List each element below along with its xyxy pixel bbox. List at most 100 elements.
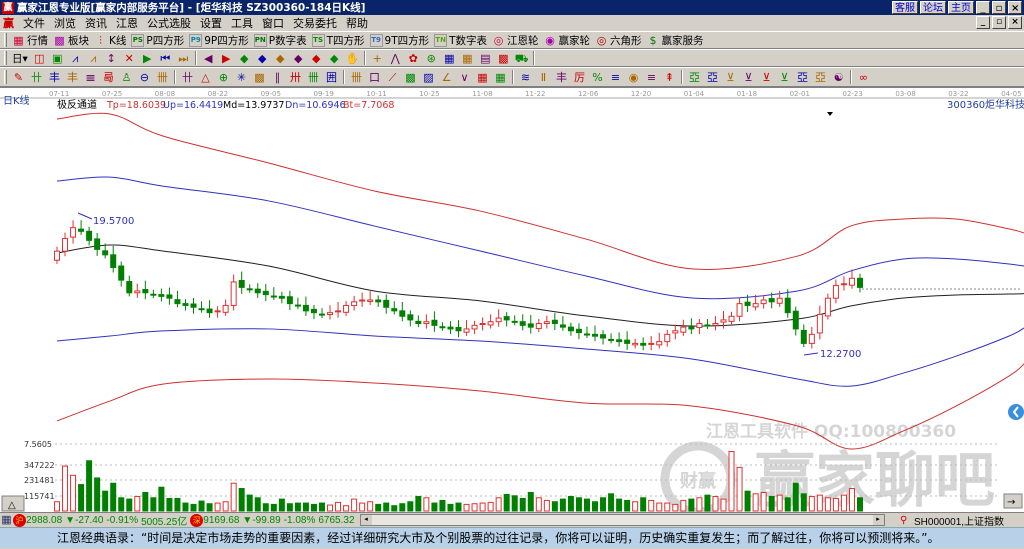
tool-icon[interactable]: ≡: [645, 71, 658, 84]
tool-icon[interactable]: ⊛: [425, 52, 438, 65]
toolbar-grip[interactable]: [4, 51, 7, 65]
tool-icon[interactable]: ▣: [51, 52, 64, 65]
tool-icon[interactable]: ▦: [494, 71, 507, 84]
tool-icon[interactable]: ◆: [292, 52, 305, 65]
tool-icon[interactable]: ⊻: [778, 71, 791, 84]
tool-icon[interactable]: ⩘: [69, 52, 82, 65]
kline-chart-panel[interactable]: 07-11 07-25 08-08 08-22 09-05 09-19 10-11 10-25…: [0, 87, 1024, 517]
tool-icon[interactable]: ◆: [310, 52, 323, 65]
restore-button[interactable]: ▫: [992, 1, 1006, 14]
menu-item[interactable]: 浏览: [54, 15, 76, 31]
tool-icon[interactable]: ⊻: [760, 71, 773, 84]
toolbar-button-p-number-table[interactable]: PN P数字表: [253, 33, 307, 48]
toolbar-button-p-square[interactable]: PS P四方形: [131, 33, 184, 48]
tool-icon[interactable]: +: [371, 52, 384, 65]
tool-icon[interactable]: 亞: [706, 71, 719, 84]
tool-icon[interactable]: ▶: [220, 52, 233, 65]
tool-icon[interactable]: ▩: [253, 71, 266, 84]
tool-icon[interactable]: ◆: [274, 52, 287, 65]
tool-icon[interactable]: ◆: [256, 52, 269, 65]
tool-icon[interactable]: Ⅱ: [537, 71, 550, 84]
tool-icon[interactable]: 卌: [307, 71, 320, 84]
tool-icon[interactable]: ⊖: [138, 71, 151, 84]
tool-icon[interactable]: ▩: [497, 52, 510, 65]
tool-icon[interactable]: ▨: [422, 71, 435, 84]
tool-icon[interactable]: ⊕: [217, 71, 230, 84]
toolbar-button-hexagon[interactable]: ◎ 六角形: [595, 33, 642, 48]
tool-icon[interactable]: ▶: [141, 52, 154, 65]
menu-item[interactable]: 公式选股: [147, 15, 191, 31]
side-panel-toggle[interactable]: [1008, 404, 1024, 420]
tool-icon[interactable]: ◆: [328, 52, 341, 65]
toolbar-button-gann-wheel[interactable]: ◎ 江恩轮: [492, 33, 539, 48]
tool-icon[interactable]: 口: [368, 71, 381, 84]
menu-item[interactable]: 资讯: [85, 15, 107, 31]
tool-icon[interactable]: 丰: [48, 71, 61, 84]
tool-icon[interactable]: ↕: [105, 52, 118, 65]
tool-icon[interactable]: ✕: [123, 52, 136, 65]
tool-icon[interactable]: ✳: [235, 71, 248, 84]
tool-icon[interactable]: ✎: [12, 71, 25, 84]
minimize-button[interactable]: _: [976, 1, 990, 14]
mdi-close-button[interactable]: ×: [1008, 16, 1022, 29]
tool-icon[interactable]: 丰: [66, 71, 79, 84]
tool-icon[interactable]: ▦: [461, 52, 474, 65]
tool-icon[interactable]: ⩘: [87, 52, 100, 65]
toolbar-button-9p-square[interactable]: P9 9P四方形: [189, 33, 249, 48]
scroll-left-icon[interactable]: ◂: [360, 515, 372, 525]
tool-icon[interactable]: ∠: [440, 71, 453, 84]
menu-item[interactable]: 江恩: [116, 15, 138, 31]
tool-icon[interactable]: ♙: [120, 71, 133, 84]
tool-icon[interactable]: ⋀: [389, 52, 402, 65]
horizontal-scrollbar[interactable]: ◂ ▸: [359, 514, 885, 526]
tool-icon[interactable]: 㢴: [102, 71, 115, 84]
toolbar-button-quote-board[interactable]: ▦ 行情: [12, 33, 48, 48]
tool-icon[interactable]: ▩: [404, 71, 417, 84]
link-home[interactable]: 主页: [948, 1, 974, 14]
tool-icon[interactable]: ▤: [479, 52, 492, 65]
toolbar-button-service[interactable]: $ 赢家服务: [647, 33, 704, 48]
toolbar-button-9t-square[interactable]: T9 9T四方形: [369, 33, 429, 48]
tool-icon[interactable]: ◀: [202, 52, 215, 65]
menu-item[interactable]: 帮助: [346, 15, 368, 31]
tool-icon[interactable]: ▦: [443, 52, 456, 65]
tool-icon[interactable]: ≡: [609, 71, 622, 84]
tool-icon[interactable]: ∥: [271, 71, 284, 84]
menu-item[interactable]: 窗口: [262, 15, 284, 31]
tool-icon[interactable]: 卅: [289, 71, 302, 84]
close-button[interactable]: ×: [1008, 1, 1022, 14]
tool-icon[interactable]: ▦: [476, 71, 489, 84]
menu-item[interactable]: 工具: [231, 15, 253, 31]
toolbar-button-t-number-table[interactable]: TN T数字表: [434, 33, 487, 48]
menu-item[interactable]: 文件: [23, 15, 45, 31]
tool-icon[interactable]: ⟋: [386, 71, 399, 84]
kline-chart[interactable]: 07-11 07-25 08-08 08-22 09-05 09-19 10-11 10-25…: [0, 88, 1024, 517]
current-index[interactable]: SH000001,上证指数: [914, 513, 1004, 528]
tool-icon[interactable]: ⇞: [663, 71, 676, 84]
toolbar-button-sector[interactable]: ▩ 板块: [53, 33, 89, 48]
tool-icon[interactable]: %: [591, 71, 604, 84]
toolbar-grip[interactable]: [4, 70, 7, 84]
tool-icon[interactable]: ∨: [458, 71, 471, 84]
toolbar-button-kline[interactable]: ⫶ K线: [94, 33, 126, 48]
tool-icon[interactable]: ⏮: [159, 52, 172, 65]
tool-icon[interactable]: △: [199, 71, 212, 84]
tool-icon[interactable]: ☯: [832, 71, 845, 84]
tool-icon[interactable]: 卌: [156, 71, 169, 84]
app-menu-icon[interactable]: 赢: [3, 15, 14, 31]
tool-icon[interactable]: ◫: [33, 52, 46, 65]
tool-icon[interactable]: ⏭: [177, 52, 190, 65]
tool-icon[interactable]: ∞: [857, 71, 870, 84]
tool-icon[interactable]: 𝍣: [84, 71, 97, 84]
toolbar-button-t-square[interactable]: TS T四方形: [311, 33, 365, 48]
tool-icon[interactable]: 丰: [555, 71, 568, 84]
tool-icon[interactable]: ◆: [238, 52, 251, 65]
toolbar-grip[interactable]: [4, 33, 7, 47]
tool-icon[interactable]: 亞: [688, 71, 701, 84]
link-forum[interactable]: 论坛: [920, 1, 946, 14]
tool-icon[interactable]: 亞: [796, 71, 809, 84]
tool-icon[interactable]: 卌: [350, 71, 363, 84]
mdi-restore-button[interactable]: ▫: [992, 16, 1006, 29]
menu-item[interactable]: 交易委托: [293, 15, 337, 31]
tool-icon[interactable]: 厉: [573, 71, 586, 84]
